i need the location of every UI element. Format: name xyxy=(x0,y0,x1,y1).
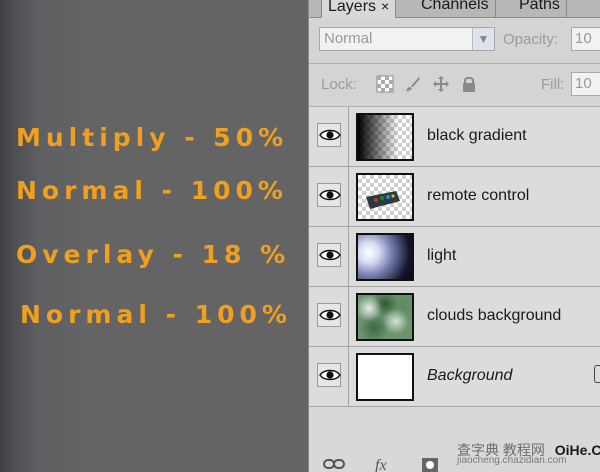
tab-channels-label: Channels xyxy=(421,0,489,13)
watermark-url: jiaocheng.chazidian.com xyxy=(457,455,567,466)
blend-annotation-3: Overlay - 18 % xyxy=(16,240,291,269)
visibility-cell[interactable] xyxy=(309,287,349,346)
tab-layers[interactable]: Layers × xyxy=(321,0,397,18)
mask-icon[interactable] xyxy=(421,457,439,472)
tab-layers-label: Layers xyxy=(328,0,377,15)
document-canvas-area: Multiply - 50% Normal - 100% Overlay - 1… xyxy=(0,0,308,472)
tab-paths-label: Paths xyxy=(519,0,560,13)
eye-icon[interactable] xyxy=(317,303,341,327)
layers-panel: Layers × Channels Paths Normal ▼ Opacity:… xyxy=(308,0,600,472)
blend-annotation-2: Normal - 100% xyxy=(16,176,288,205)
blend-mode-value: Normal xyxy=(324,30,373,47)
fill-input[interactable]: 10 xyxy=(571,72,600,96)
eye-icon[interactable] xyxy=(317,363,341,387)
panel-tabs: Layers × Channels Paths xyxy=(309,0,600,18)
close-icon[interactable]: × xyxy=(381,0,389,14)
lock-row: Lock: Fill: 10 xyxy=(309,64,600,106)
layer-name: Background xyxy=(427,367,513,384)
link-icon[interactable] xyxy=(323,457,345,472)
opacity-input[interactable]: 10 xyxy=(571,27,600,51)
fx-icon[interactable]: fx xyxy=(375,457,387,472)
opacity-label: Opacity: xyxy=(503,31,559,48)
visibility-cell[interactable] xyxy=(309,107,349,166)
blend-annotation-4: Normal - 100% xyxy=(20,300,292,329)
layer-thumbnail xyxy=(356,173,414,221)
fill-label: Fill: xyxy=(541,76,565,93)
layer-lock-icon xyxy=(594,365,600,383)
layer-thumbnail xyxy=(356,233,414,281)
lock-label: Lock: xyxy=(321,76,357,93)
eye-icon[interactable] xyxy=(317,183,341,207)
eye-icon[interactable] xyxy=(317,243,341,267)
layer-thumbnail xyxy=(356,353,414,401)
layer-row-background[interactable]: Background xyxy=(309,347,600,407)
layer-name: light xyxy=(427,247,457,264)
layer-thumbnail xyxy=(356,293,414,341)
transparency-lock-icon[interactable] xyxy=(375,75,395,95)
layer-row-remote-control[interactable]: remote control xyxy=(309,167,600,227)
eye-icon[interactable] xyxy=(317,123,341,147)
padlock-icon[interactable] xyxy=(459,75,479,95)
move-lock-icon[interactable] xyxy=(431,75,451,95)
layer-row-light[interactable]: light xyxy=(309,227,600,287)
layer-row-black-gradient[interactable]: black gradient xyxy=(309,107,600,167)
blend-annotation-1: Multiply - 50% xyxy=(16,123,289,152)
tab-paths[interactable]: Paths xyxy=(513,0,567,18)
tab-channels[interactable]: Channels xyxy=(415,0,496,18)
layer-row-clouds-background[interactable]: clouds background xyxy=(309,287,600,347)
brush-lock-icon[interactable] xyxy=(403,75,423,95)
blend-mode-select[interactable]: Normal ▼ xyxy=(319,27,495,51)
layer-name: black gradient xyxy=(427,127,527,144)
visibility-cell[interactable] xyxy=(309,347,349,406)
layer-thumbnail xyxy=(356,113,414,161)
visibility-cell[interactable] xyxy=(309,167,349,226)
layer-name: clouds background xyxy=(427,307,562,324)
layer-name: remote control xyxy=(427,187,530,204)
chevron-down-icon[interactable]: ▼ xyxy=(472,28,494,50)
blend-opacity-row: Normal ▼ Opacity: 10 xyxy=(309,19,600,63)
visibility-cell[interactable] xyxy=(309,227,349,286)
